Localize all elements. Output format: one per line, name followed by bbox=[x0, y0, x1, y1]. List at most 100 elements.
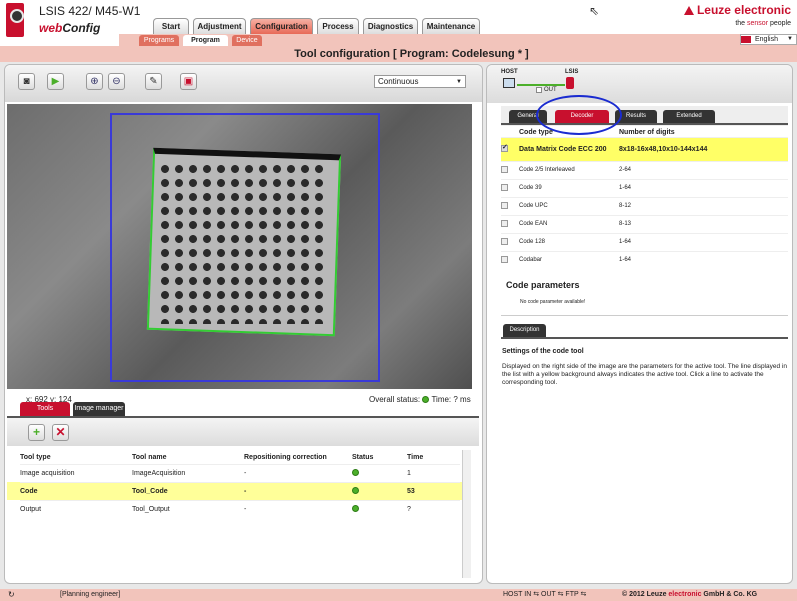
check-cell bbox=[501, 196, 519, 215]
code-params-title: Code parameters bbox=[506, 280, 580, 290]
checkbox-checked[interactable] bbox=[501, 143, 508, 152]
checkbox[interactable] bbox=[501, 183, 508, 191]
tab-process[interactable]: Process bbox=[317, 18, 359, 34]
cell-repos: - bbox=[244, 463, 352, 482]
page-title: Tool configuration [ Program: Codelesung… bbox=[0, 46, 797, 62]
col-tool-name: Tool name bbox=[132, 453, 167, 461]
tab-tools[interactable]: Tools bbox=[20, 402, 70, 416]
check-cell bbox=[501, 250, 519, 269]
code-type: Code 2/5 Interleaved bbox=[519, 160, 619, 179]
status-ok-icon bbox=[352, 469, 359, 476]
brand-tagline: the sensor people bbox=[735, 20, 791, 27]
roi-frame[interactable] bbox=[110, 113, 380, 382]
decoder-row-selected[interactable]: Data Matrix Code ECC 200 8x18-16x48,10x1… bbox=[501, 136, 788, 161]
tagline-accent: sensor bbox=[747, 20, 769, 27]
cell-time: ? bbox=[407, 499, 460, 518]
checkbox[interactable] bbox=[501, 165, 508, 173]
col-tool-type: Tool type bbox=[20, 453, 51, 461]
subtab-programs[interactable]: Programs bbox=[139, 35, 179, 46]
host-label: HOST bbox=[501, 69, 518, 75]
table-row[interactable]: Output Tool_Output - ? bbox=[20, 499, 460, 518]
decoder-table: Code type Number of digits Data Matrix C… bbox=[501, 128, 788, 269]
status-ok-icon bbox=[352, 487, 359, 494]
check-cell bbox=[501, 232, 519, 251]
checkbox[interactable] bbox=[501, 237, 508, 245]
out-label: OUT bbox=[544, 87, 557, 93]
camera-icon[interactable]: ◙ bbox=[18, 73, 35, 90]
subtab-device[interactable]: Device bbox=[232, 35, 262, 46]
decoder-row[interactable]: Code 128 1-64 bbox=[501, 232, 788, 251]
cell-status bbox=[352, 499, 407, 518]
table-row-selected[interactable]: Code Tool_Code - 53 bbox=[20, 481, 460, 500]
tab-description[interactable]: Description bbox=[503, 324, 546, 337]
code-digits: 8-13 bbox=[619, 214, 788, 233]
col-check bbox=[501, 128, 519, 137]
decoder-row[interactable]: Code UPC 8-12 bbox=[501, 196, 788, 215]
tools-scrollbar[interactable] bbox=[462, 450, 471, 578]
zoom-in-icon[interactable]: ⊕ bbox=[86, 73, 103, 90]
wrench-icon[interactable]: ✎ bbox=[145, 73, 162, 90]
mouse-cursor-icon: ⇖ bbox=[589, 4, 600, 18]
tab-image-manager[interactable]: Image manager bbox=[73, 402, 125, 416]
cell-status bbox=[352, 463, 407, 482]
subtab-program[interactable]: Program bbox=[183, 35, 228, 46]
col-digits: Number of digits bbox=[619, 128, 675, 136]
code-type: Codabar bbox=[519, 250, 619, 269]
out-checkbox[interactable] bbox=[536, 87, 542, 93]
col-code-type: Code type bbox=[519, 128, 553, 136]
divider bbox=[501, 315, 788, 316]
description-text: Displayed on the right side of the image… bbox=[502, 363, 787, 386]
refresh-icon[interactable]: ↻ bbox=[8, 589, 15, 601]
tab-maintenance[interactable]: Maintenance bbox=[422, 18, 480, 34]
app-name-suffix: Config bbox=[62, 21, 101, 35]
check-cell bbox=[501, 178, 519, 197]
cell-name: Tool_Code bbox=[132, 481, 244, 500]
copyright-accent: electronic bbox=[668, 591, 702, 598]
acquisition-mode-select[interactable]: Continuous bbox=[374, 75, 466, 88]
tab-start[interactable]: Start bbox=[153, 18, 189, 34]
sensor-icon bbox=[566, 77, 574, 89]
decoder-row[interactable]: Codabar 1-64 bbox=[501, 250, 788, 269]
play-icon[interactable]: ▶ bbox=[47, 73, 64, 90]
device-select-icon[interactable]: ▣ bbox=[180, 73, 197, 90]
brand-name: Leuze electronic bbox=[696, 3, 791, 17]
code-digits: 1-64 bbox=[619, 178, 788, 197]
code-type: Data Matrix Code ECC 200 bbox=[519, 136, 619, 161]
code-digits: 1-64 bbox=[619, 232, 788, 251]
brand-logo: Leuze electronic bbox=[683, 3, 791, 17]
delete-tool-icon[interactable]: ✕ bbox=[52, 424, 69, 441]
decoder-row[interactable]: Code 2/5 Interleaved 2-64 bbox=[501, 160, 788, 179]
cell-name: Tool_Output bbox=[132, 499, 244, 518]
cell-status bbox=[352, 481, 407, 500]
time-label: Time: ? ms bbox=[431, 395, 471, 404]
code-digits: 8-12 bbox=[619, 196, 788, 215]
tab-diagnostics[interactable]: Diagnostics bbox=[363, 18, 418, 34]
connection-status: HOST IN ⇆ OUT ⇆ FTP ⇆ bbox=[503, 591, 587, 598]
decoder-row[interactable]: Code 39 1-64 bbox=[501, 178, 788, 197]
language-value: English bbox=[755, 36, 778, 43]
cell-type: Image acquisition bbox=[20, 463, 132, 482]
checkbox[interactable] bbox=[501, 255, 508, 263]
code-type: Code 39 bbox=[519, 178, 619, 197]
zoom-out-icon[interactable]: ⊖ bbox=[108, 73, 125, 90]
tab-configuration[interactable]: Configuration bbox=[250, 18, 313, 34]
tab-extended[interactable]: Extended bbox=[663, 110, 715, 123]
triangle-logo-icon bbox=[683, 6, 694, 15]
table-row[interactable]: Image acquisition ImageAcquisition - 1 bbox=[20, 463, 460, 482]
app-name-prefix: web bbox=[39, 21, 63, 35]
decoder-row[interactable]: Code EAN 8-13 bbox=[501, 214, 788, 233]
tab-adjustment[interactable]: Adjustment bbox=[193, 18, 246, 34]
device-icon bbox=[6, 3, 24, 37]
code-params-note: No code parameter available! bbox=[520, 299, 586, 305]
check-cell bbox=[501, 214, 519, 233]
cell-repos: - bbox=[244, 499, 352, 518]
col-status: Status bbox=[352, 453, 374, 461]
tagline-prefix: the bbox=[735, 20, 748, 27]
cell-type: Output bbox=[20, 499, 132, 518]
checkbox[interactable] bbox=[501, 201, 508, 209]
checkbox[interactable] bbox=[501, 219, 508, 227]
col-time: Time bbox=[407, 453, 424, 461]
overall-status: Overall status: Time: ? ms bbox=[369, 395, 471, 404]
cell-name: ImageAcquisition bbox=[132, 463, 244, 482]
add-tool-icon[interactable]: + bbox=[28, 424, 45, 441]
